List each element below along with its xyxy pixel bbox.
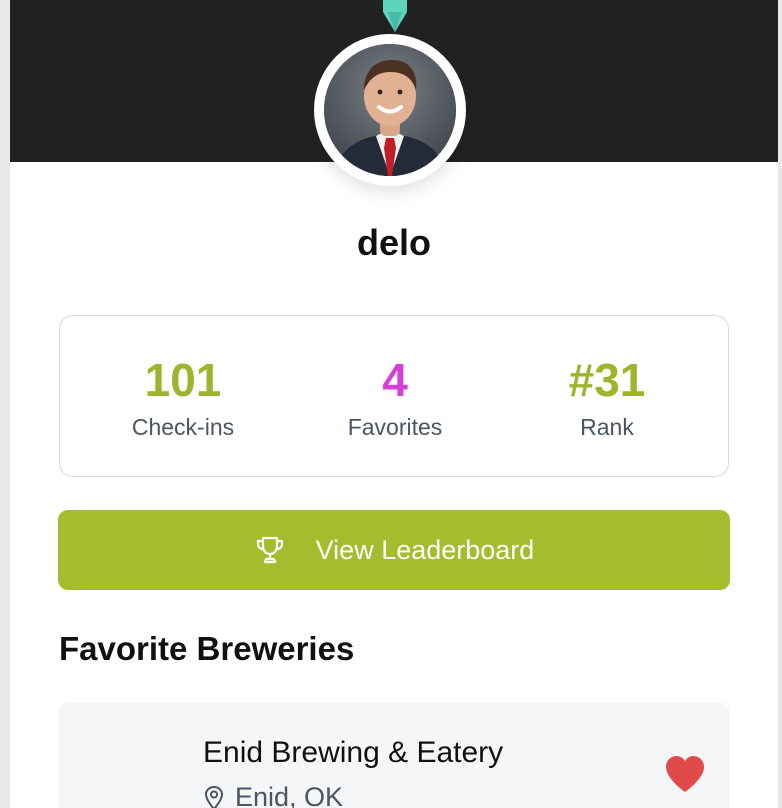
stat-favorites[interactable]: 4 Favorites xyxy=(290,354,500,441)
stat-rank[interactable]: #31 Rank xyxy=(502,354,712,441)
favorites-label: Favorites xyxy=(347,414,443,440)
favorites-count: 4 xyxy=(382,354,408,406)
avatar-image xyxy=(324,44,456,176)
stats-card: 101 Check-ins 4 Favorites #31 Rank xyxy=(59,315,729,477)
username: delo xyxy=(356,222,431,263)
profile-screen: delo 101 Check-ins 4 Favorites #31 Rank … xyxy=(10,0,778,808)
leaderboard-button-label: View Leaderboard xyxy=(315,534,535,565)
trophy-icon xyxy=(256,536,283,564)
brewery-location-text: Enid, OK xyxy=(235,782,344,808)
avatar-frame xyxy=(314,34,466,186)
stat-checkins[interactable]: 101 Check-ins xyxy=(78,354,288,441)
heart-icon[interactable] xyxy=(664,754,706,794)
rank-label: Rank xyxy=(580,414,634,440)
brewery-card[interactable]: Enid Brewing & Eatery Enid, OK xyxy=(58,702,730,808)
brewery-name: Enid Brewing & Eatery xyxy=(203,736,504,769)
map-pin-icon xyxy=(204,785,224,808)
checkins-label: Check-ins xyxy=(131,414,235,440)
view-leaderboard-button[interactable]: View Leaderboard xyxy=(58,510,730,590)
avatar[interactable] xyxy=(324,44,456,176)
ornament-icon xyxy=(383,0,407,32)
brewery-location: Enid, OK xyxy=(203,782,343,808)
section-title-favorite-breweries: Favorite Breweries xyxy=(59,630,355,667)
rank-value: #31 xyxy=(568,354,646,406)
checkins-count: 101 xyxy=(144,354,222,406)
